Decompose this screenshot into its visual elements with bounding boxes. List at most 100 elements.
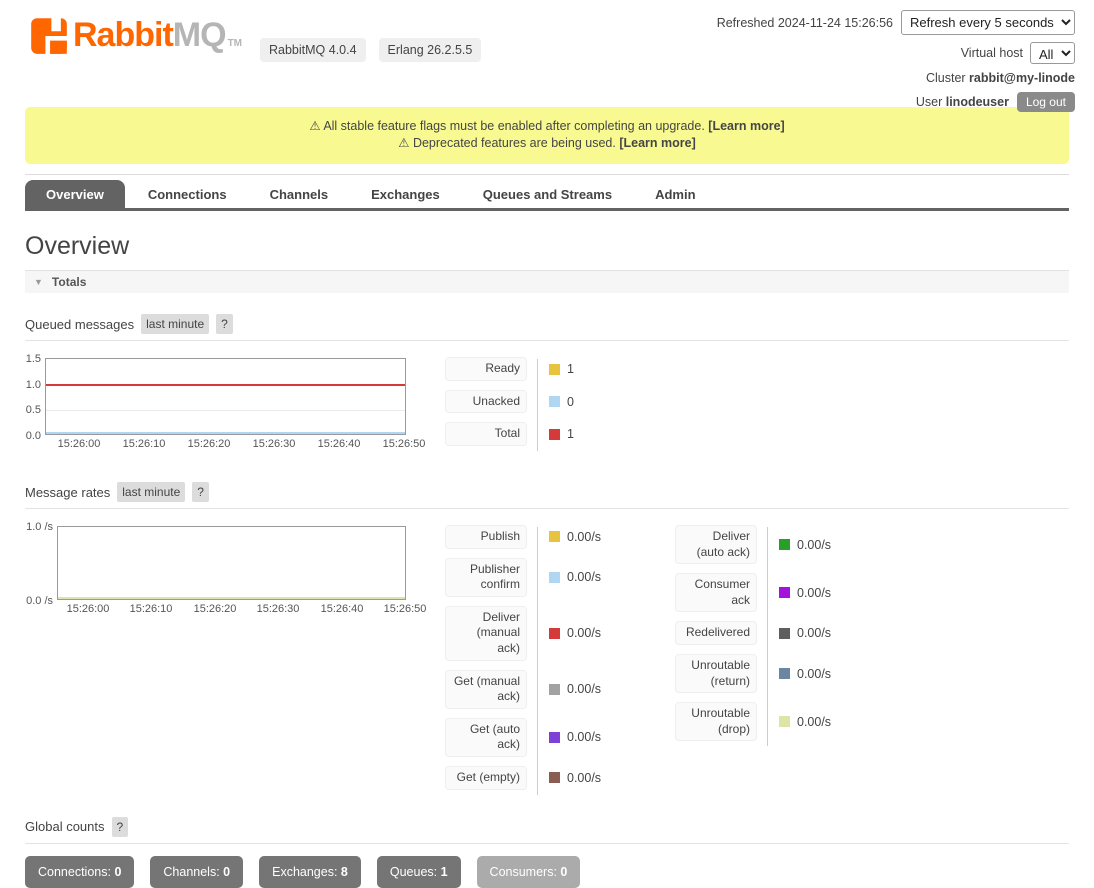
gridline bbox=[46, 410, 405, 411]
x-tick: 15:26:30 bbox=[257, 603, 300, 615]
legend-label: Redelivered bbox=[675, 621, 757, 645]
connections-count-button[interactable]: Connections: 0 bbox=[25, 856, 134, 888]
unroutable-return-color-swatch bbox=[779, 668, 790, 679]
tab-queues-and-streams[interactable]: Queues and Streams bbox=[463, 180, 632, 208]
unacked-color-swatch bbox=[549, 396, 560, 407]
tab-channels[interactable]: Channels bbox=[250, 180, 349, 208]
refresh-interval-select[interactable]: Refresh every 5 seconds bbox=[901, 10, 1075, 35]
tab-connections[interactable]: Connections bbox=[128, 180, 247, 208]
unroutable-drop-color-swatch bbox=[779, 716, 790, 727]
global-counts-buttons: Connections: 0 Channels: 0 Exchanges: 8 … bbox=[25, 856, 1069, 888]
message-rates-help-icon[interactable]: ? bbox=[192, 482, 209, 502]
deliver-auto-ack-rate: 0.00/s bbox=[797, 538, 831, 552]
queued-messages-help-icon[interactable]: ? bbox=[216, 314, 233, 334]
cluster-row: Cluster rabbit@my-linode bbox=[717, 71, 1075, 85]
refresh-row: Refreshed 2024-11-24 15:26:56 Refresh ev… bbox=[717, 10, 1075, 35]
channels-count-button[interactable]: Channels: 0 bbox=[150, 856, 243, 888]
y-tick: 0.5 bbox=[26, 404, 41, 416]
legend-row-publish: Publish 0.00/s bbox=[445, 525, 675, 549]
logo-text-rabbit: Rabbit bbox=[73, 15, 173, 55]
deprecated-warning-text: Deprecated features are being used. bbox=[409, 136, 619, 150]
legend-row-redelivered: Redelivered 0.00/s bbox=[675, 621, 905, 645]
legend-label: Ready bbox=[445, 357, 527, 381]
message-rates-mode-badge[interactable]: last minute bbox=[117, 482, 185, 502]
totals-section-toggle[interactable]: ▼ Totals bbox=[25, 270, 1069, 293]
y-tick: 1.0 /s bbox=[26, 521, 53, 533]
logo-trademark: TM bbox=[228, 38, 242, 49]
x-tick: 15:26:50 bbox=[384, 603, 427, 615]
legend-row-get-auto-ack: Get (auto ack) 0.00/s bbox=[445, 718, 675, 757]
legend-row-unacked: Unacked 0 bbox=[445, 390, 660, 414]
legend-label: Unacked bbox=[445, 390, 527, 414]
queued-messages-mode-badge[interactable]: last minute bbox=[141, 314, 209, 334]
tab-admin[interactable]: Admin bbox=[635, 180, 715, 208]
legend-divider bbox=[537, 359, 538, 451]
get-auto-ack-rate: 0.00/s bbox=[567, 730, 601, 744]
consumer-ack-color-swatch bbox=[779, 587, 790, 598]
legend-label: Deliver (manual ack) bbox=[445, 606, 527, 661]
get-empty-rate: 0.00/s bbox=[567, 771, 601, 785]
legend-label: Publish bbox=[445, 525, 527, 549]
y-tick: 0.0 /s bbox=[26, 595, 53, 607]
erlang-version-badge: Erlang 26.2.5.5 bbox=[379, 38, 482, 62]
y-tick: 1.0 bbox=[26, 379, 41, 391]
legend-divider bbox=[767, 527, 768, 746]
deprecated-learn-more-link[interactable]: [Learn more] bbox=[619, 136, 695, 150]
total-series-line bbox=[46, 384, 405, 386]
legend-row-get-empty: Get (empty) 0.00/s bbox=[445, 766, 675, 790]
exchanges-count-value: 8 bbox=[341, 865, 348, 879]
queued-messages-chart: 1.5 1.0 0.5 0.0 15:26:00 15:26:10 15:26:… bbox=[25, 355, 445, 435]
get-empty-color-swatch bbox=[549, 772, 560, 783]
message-rates-row: 1.0 /s 0.0 /s 15:26:00 15:26:10 15:26:20… bbox=[25, 523, 1069, 799]
consumer-ack-rate: 0.00/s bbox=[797, 586, 831, 600]
y-tick: 0.0 bbox=[26, 430, 41, 442]
tab-overview[interactable]: Overview bbox=[25, 180, 125, 208]
message-rates-legend-right: Deliver (auto ack) 0.00/s Consumer ack 0… bbox=[675, 525, 905, 750]
user-row: User linodeuser Log out bbox=[717, 92, 1075, 112]
legend-row-unroutable-return: Unroutable (return) 0.00/s bbox=[675, 654, 905, 693]
refreshed-timestamp: Refreshed 2024-11-24 15:26:56 bbox=[717, 16, 893, 30]
legend-label: Get (auto ack) bbox=[445, 718, 527, 757]
version-badges: RabbitMQ 4.0.4 Erlang 26.2.5.5 bbox=[260, 38, 481, 62]
exchanges-count-button[interactable]: Exchanges: 8 bbox=[259, 856, 361, 888]
message-rates-legend-left: Publish 0.00/s Publisher confirm 0.00/s … bbox=[445, 525, 675, 799]
warning-banner: ⚠ All stable feature flags must be enabl… bbox=[25, 107, 1069, 164]
queues-count-button[interactable]: Queues: 1 bbox=[377, 856, 461, 888]
global-counts-label: Global counts bbox=[25, 819, 105, 834]
collapse-triangle-icon: ▼ bbox=[34, 277, 43, 287]
publisher-confirm-rate: 0.00/s bbox=[567, 570, 601, 584]
legend-row-consumer-ack: Consumer ack 0.00/s bbox=[675, 573, 905, 612]
connections-count-label: Connections: bbox=[38, 865, 114, 879]
ready-value: 1 bbox=[567, 362, 574, 376]
publish-color-swatch bbox=[549, 531, 560, 542]
y-tick: 1.5 bbox=[26, 353, 41, 365]
global-counts-section-head: Global counts ? bbox=[25, 817, 1069, 844]
rabbitmq-logo: Rabbit MQ TM bbox=[30, 15, 242, 55]
virtual-host-label: Virtual host bbox=[961, 46, 1023, 60]
legend-label: Get (manual ack) bbox=[445, 670, 527, 709]
x-tick: 15:26:10 bbox=[130, 603, 173, 615]
logo-text-mq: MQ bbox=[173, 15, 226, 55]
legend-row-ready: Ready 1 bbox=[445, 357, 660, 381]
x-tick: 15:26:00 bbox=[58, 438, 101, 450]
total-value: 1 bbox=[567, 427, 574, 441]
deprecated-features-warning: ⚠ Deprecated features are being used. [L… bbox=[33, 136, 1061, 152]
global-counts-help-icon[interactable]: ? bbox=[112, 817, 129, 837]
x-tick: 15:26:40 bbox=[321, 603, 364, 615]
logout-button[interactable]: Log out bbox=[1017, 92, 1075, 112]
virtual-host-select[interactable]: All bbox=[1030, 42, 1075, 64]
queued-messages-plot: 1.5 1.0 0.5 0.0 15:26:00 15:26:10 15:26:… bbox=[45, 358, 406, 435]
zero-rate-line bbox=[58, 597, 405, 599]
legend-label: Deliver (auto ack) bbox=[675, 525, 757, 564]
page-title: Overview bbox=[25, 232, 1069, 261]
feature-flags-learn-more-link[interactable]: [Learn more] bbox=[708, 119, 784, 133]
queued-messages-legend: Ready 1 Unacked 0 Total 1 bbox=[445, 357, 660, 455]
message-rates-chart: 1.0 /s 0.0 /s 15:26:00 15:26:10 15:26:20… bbox=[25, 523, 445, 600]
tab-exchanges[interactable]: Exchanges bbox=[351, 180, 460, 208]
unacked-series-line bbox=[46, 432, 405, 434]
x-tick: 15:26:10 bbox=[123, 438, 166, 450]
ready-color-swatch bbox=[549, 364, 560, 375]
publish-rate: 0.00/s bbox=[567, 530, 601, 544]
legend-label: Unroutable (drop) bbox=[675, 702, 757, 741]
consumers-count-button[interactable]: Consumers: 0 bbox=[477, 856, 581, 888]
